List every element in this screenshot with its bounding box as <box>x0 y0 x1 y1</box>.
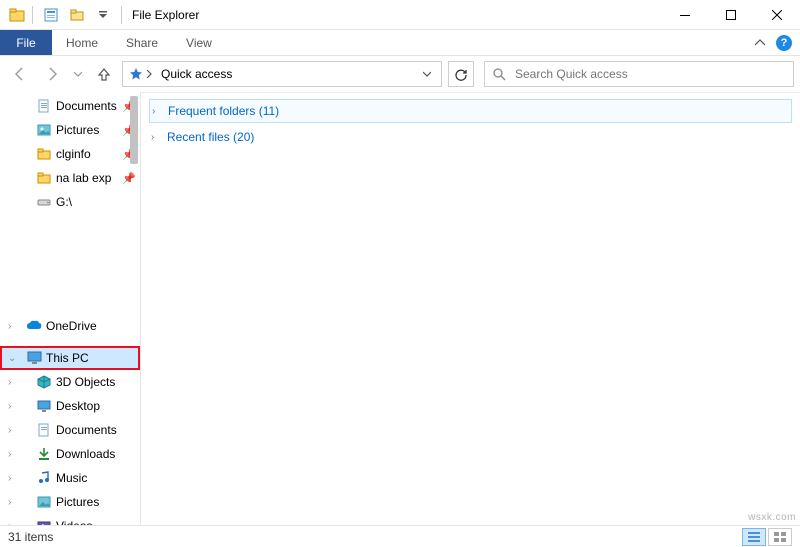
tree-item-music[interactable]: › Music <box>0 466 140 490</box>
tree-item-label: Documents <box>56 99 117 113</box>
group-header-recent-files[interactable]: › Recent files (20) <box>149 125 792 149</box>
tree-item-label: Pictures <box>56 123 99 137</box>
qat-properties-button[interactable] <box>39 3 63 27</box>
quick-access-star-icon <box>127 67 145 81</box>
window-title: File Explorer <box>132 8 199 22</box>
group-header-frequent-folders[interactable]: › Frequent folders (11) <box>149 99 792 123</box>
desktop-icon <box>36 398 52 414</box>
search-input[interactable] <box>513 66 787 82</box>
documents-icon <box>36 422 52 438</box>
help-icon: ? <box>776 35 792 51</box>
chevron-right-icon[interactable]: › <box>8 377 20 388</box>
app-icon <box>6 4 28 26</box>
tree-item-label: Pictures <box>56 495 99 509</box>
tree-item-label: Documents <box>56 423 117 437</box>
chevron-right-icon[interactable]: › <box>8 473 20 484</box>
onedrive-icon <box>26 318 42 334</box>
search-icon <box>491 68 507 81</box>
pictures-icon <box>36 494 52 510</box>
tree-item-clginfo[interactable]: clginfo 📌 <box>0 142 140 166</box>
this-pc-icon <box>26 350 42 366</box>
tree-item-drive-g[interactable]: G:\ <box>0 190 140 214</box>
group-label: Frequent folders (11) <box>168 104 279 118</box>
watermark: wsxk.com <box>748 512 796 523</box>
help-button[interactable]: ? <box>772 30 796 55</box>
chevron-right-icon[interactable]: › <box>8 321 20 332</box>
tree-item-documents[interactable]: Documents 📌 <box>0 94 140 118</box>
navigation-bar: Quick access <box>0 56 800 92</box>
content-pane: › Frequent folders (11) › Recent files (… <box>140 92 800 525</box>
chevron-right-icon[interactable]: › <box>8 401 20 412</box>
divider <box>121 6 122 24</box>
chevron-down-icon[interactable]: ⌄ <box>8 353 20 364</box>
folder-icon <box>36 146 52 162</box>
ribbon: File Home Share View ? <box>0 30 800 56</box>
ribbon-tab-view[interactable]: View <box>172 30 226 55</box>
tree: Documents 📌 Pictures 📌 clginfo 📌 na lab … <box>0 92 140 525</box>
folder-icon <box>36 170 52 186</box>
breadcrumb[interactable]: Quick access <box>157 67 236 81</box>
pictures-icon <box>36 122 52 138</box>
chevron-right-icon[interactable]: › <box>8 449 20 460</box>
item-count: 31 items <box>8 530 53 544</box>
nav-pane-scrollbar[interactable] <box>128 92 140 525</box>
forward-button[interactable] <box>38 60 66 88</box>
search-box[interactable] <box>484 61 794 87</box>
tree-item-documents-pc[interactable]: › Documents <box>0 418 140 442</box>
quick-access-toolbar <box>28 3 126 27</box>
tree-item-this-pc[interactable]: ⌄ This PC <box>0 346 140 370</box>
tree-item-label: clginfo <box>56 147 91 161</box>
tree-item-label: G:\ <box>56 195 72 209</box>
address-bar[interactable]: Quick access <box>122 61 442 87</box>
ribbon-tab-share[interactable]: Share <box>112 30 172 55</box>
tree-item-na-lab-exp[interactable]: na lab exp 📌 <box>0 166 140 190</box>
tree-item-label: 3D Objects <box>56 375 115 389</box>
downloads-icon <box>36 446 52 462</box>
tree-item-downloads[interactable]: › Downloads <box>0 442 140 466</box>
maximize-button[interactable] <box>708 0 754 30</box>
tree-item-label: na lab exp <box>56 171 111 185</box>
up-button[interactable] <box>90 60 118 88</box>
drive-icon <box>36 194 52 210</box>
tree-item-videos[interactable]: › Videos <box>0 514 140 525</box>
refresh-button[interactable] <box>448 61 474 87</box>
view-details-button[interactable] <box>742 528 766 546</box>
tree-item-onedrive[interactable]: › OneDrive <box>0 314 140 338</box>
tree-item-label: OneDrive <box>46 319 97 333</box>
tree-item-label: Downloads <box>56 447 115 461</box>
scrollbar-thumb[interactable] <box>130 96 138 164</box>
tree-item-3d-objects[interactable]: › 3D Objects <box>0 370 140 394</box>
tree-item-label: Desktop <box>56 399 100 413</box>
tree-item-pictures-pc[interactable]: › Pictures <box>0 490 140 514</box>
tree-item-label: Music <box>56 471 87 485</box>
minimize-button[interactable] <box>662 0 708 30</box>
tree-item-label: This PC <box>46 351 89 365</box>
address-dropdown-button[interactable] <box>417 70 437 78</box>
documents-icon <box>36 98 52 114</box>
group-label: Recent files (20) <box>167 130 254 144</box>
tree-item-pictures[interactable]: Pictures 📌 <box>0 118 140 142</box>
ribbon-tab-home[interactable]: Home <box>52 30 112 55</box>
status-bar: 31 items <box>0 525 800 547</box>
file-tab[interactable]: File <box>0 30 52 55</box>
chevron-right-icon <box>145 70 153 78</box>
view-large-icons-button[interactable] <box>768 528 792 546</box>
divider <box>32 6 33 24</box>
close-button[interactable] <box>754 0 800 30</box>
tree-item-desktop[interactable]: › Desktop <box>0 394 140 418</box>
minimize-ribbon-button[interactable] <box>748 30 772 55</box>
navigation-pane: Documents 📌 Pictures 📌 clginfo 📌 na lab … <box>0 92 140 525</box>
3d-objects-icon <box>36 374 52 390</box>
back-button[interactable] <box>6 60 34 88</box>
chevron-right-icon[interactable]: › <box>8 497 20 508</box>
recent-locations-button[interactable] <box>70 60 86 88</box>
qat-customize-button[interactable] <box>91 3 115 27</box>
qat-new-folder-button[interactable] <box>65 3 89 27</box>
titlebar: File Explorer <box>0 0 800 30</box>
music-icon <box>36 470 52 486</box>
chevron-right-icon: › <box>151 132 161 143</box>
videos-icon <box>36 518 52 525</box>
chevron-right-icon: › <box>152 106 162 117</box>
chevron-right-icon[interactable]: › <box>8 425 20 436</box>
